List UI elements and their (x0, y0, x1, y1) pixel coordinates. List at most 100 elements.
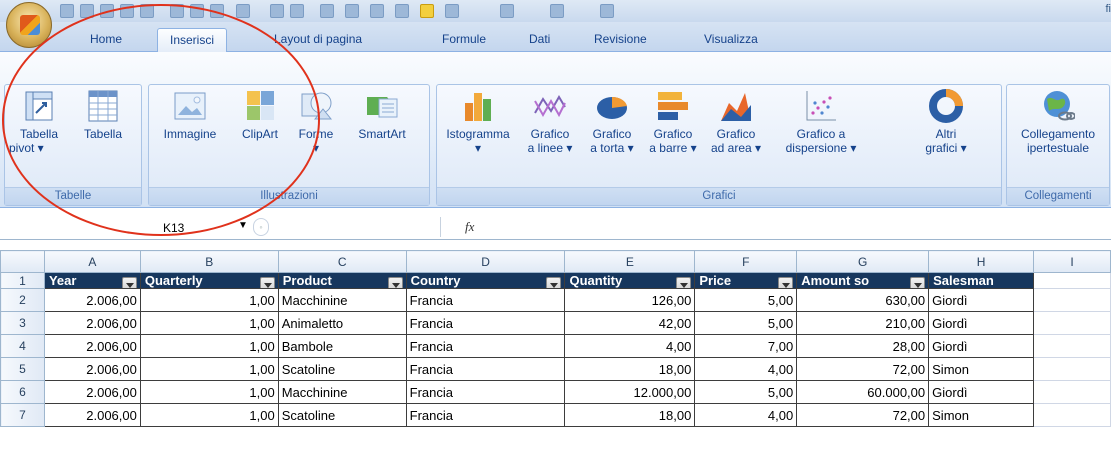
cell[interactable]: Francia (405, 311, 566, 335)
column-header[interactable]: H (928, 250, 1035, 273)
empty-cell[interactable] (1033, 403, 1111, 427)
column-header[interactable]: A (43, 250, 141, 273)
sort-icon[interactable] (170, 4, 184, 18)
play-icon[interactable] (190, 4, 204, 18)
cell[interactable]: Giordì (928, 334, 1035, 358)
cell[interactable]: Giordì (928, 288, 1035, 312)
cell[interactable]: Scatoline (277, 357, 407, 381)
empty-cell[interactable] (1033, 288, 1111, 312)
columns-icon[interactable] (290, 4, 304, 18)
empty-cell[interactable] (1033, 272, 1111, 289)
cell[interactable]: Francia (405, 334, 566, 358)
clipart-button[interactable]: ClipArt (233, 89, 287, 141)
cell[interactable]: 630,00 (796, 288, 930, 312)
chart-icon[interactable] (236, 4, 250, 18)
cell[interactable]: Giordì (928, 311, 1035, 335)
area-chart-button[interactable]: Grafico ad area ▾ (705, 89, 767, 155)
cell[interactable]: Simon (928, 357, 1035, 381)
undo-icon[interactable] (80, 4, 94, 18)
tab-layout-di-pagina[interactable]: Layout di pagina (262, 28, 374, 52)
row-header[interactable]: 7 (0, 403, 45, 427)
row-header[interactable]: 5 (0, 357, 45, 381)
redo-icon[interactable] (100, 4, 114, 18)
empty-cell[interactable] (1033, 380, 1111, 404)
shapes-button[interactable]: Forme ▾ (291, 89, 341, 155)
name-box-dropdown-icon[interactable]: ▼ (238, 220, 248, 231)
header-cell-price[interactable]: Price (694, 272, 798, 289)
empty-cell[interactable] (1033, 311, 1111, 335)
header-cell-amount[interactable]: Amount so (796, 272, 930, 289)
scatter-chart-button[interactable]: Grafico a dispersione ▾ (771, 89, 871, 155)
cell[interactable]: 4,00 (694, 357, 798, 381)
box-icon[interactable] (600, 4, 614, 18)
cell[interactable]: 126,00 (564, 288, 696, 312)
cell[interactable]: 2.006,00 (43, 380, 141, 404)
table-button[interactable]: Tabella (73, 89, 133, 141)
cell[interactable]: 1,00 (139, 403, 279, 427)
cell[interactable]: 60.000,00 (796, 380, 930, 404)
row-header[interactable]: 6 (0, 380, 45, 404)
tab-inserisci[interactable]: Inserisci (157, 28, 228, 53)
cell[interactable]: 1,00 (139, 334, 279, 358)
cell[interactable]: 28,00 (796, 334, 930, 358)
save-icon[interactable] (60, 4, 74, 18)
tab-formule[interactable]: Formule (430, 28, 498, 52)
cell[interactable]: 72,00 (796, 403, 930, 427)
cell[interactable]: 1,00 (139, 311, 279, 335)
list-icon[interactable] (370, 4, 384, 18)
cell[interactable]: 2.006,00 (43, 357, 141, 381)
filter-dropdown-icon[interactable] (259, 277, 275, 288)
column-header[interactable]: B (139, 250, 279, 273)
cell[interactable]: 5,00 (694, 288, 798, 312)
cell[interactable]: 2.006,00 (43, 334, 141, 358)
picture-button[interactable]: Immagine (155, 89, 225, 141)
filter-dropdown-icon[interactable] (778, 277, 794, 288)
smartart-button[interactable]: SmartArt (347, 89, 417, 141)
print-icon[interactable] (120, 4, 134, 18)
column-header[interactable]: G (796, 250, 930, 273)
cell[interactable]: 7,00 (694, 334, 798, 358)
hyperlink-button[interactable]: Collegamento ipertestuale (1009, 89, 1107, 155)
grid-icon[interactable] (270, 4, 284, 18)
cut-icon[interactable] (140, 4, 154, 18)
record-icon[interactable] (210, 4, 224, 18)
empty-cell[interactable] (1033, 334, 1111, 358)
cell[interactable]: 18,00 (564, 403, 696, 427)
select-all-corner[interactable] (0, 250, 45, 273)
cell[interactable]: 4,00 (564, 334, 696, 358)
tab-visualizza[interactable]: Visualizza (692, 28, 770, 52)
column-header[interactable]: F (694, 250, 798, 273)
filter-icon[interactable] (320, 4, 334, 18)
office-button[interactable] (6, 2, 52, 48)
cell[interactable]: 1,00 (139, 380, 279, 404)
line-chart-button[interactable]: Grafico a linee ▾ (519, 89, 581, 155)
insert-function-button[interactable]: fx (440, 217, 500, 237)
cell[interactable]: 4,00 (694, 403, 798, 427)
cell[interactable]: 1,00 (139, 288, 279, 312)
cell[interactable]: Simon (928, 403, 1035, 427)
cell[interactable]: Francia (405, 380, 566, 404)
pivot-table-button[interactable]: Tabella pivot ▾ (9, 89, 69, 155)
doc-icon[interactable] (395, 4, 409, 18)
cell[interactable]: Giordì (928, 380, 1035, 404)
cell[interactable]: Bambole (277, 334, 407, 358)
cell[interactable]: 12.000,00 (564, 380, 696, 404)
tab-revisione[interactable]: Revisione (582, 28, 659, 52)
pie-chart-button[interactable]: Grafico a torta ▾ (583, 89, 641, 155)
formula-bar-scroll-icon[interactable]: ◦ (253, 218, 269, 236)
other-charts-button[interactable]: Altri grafici ▾ (917, 89, 975, 155)
filter-dropdown-icon[interactable] (546, 277, 562, 288)
cell[interactable]: 42,00 (564, 311, 696, 335)
row-header[interactable]: 1 (0, 272, 45, 289)
cell[interactable]: Macchinine (277, 380, 407, 404)
zoom-icon[interactable] (345, 4, 359, 18)
name-box[interactable]: K13 (8, 217, 246, 237)
cell[interactable]: Macchinine (277, 288, 407, 312)
filter-dropdown-icon[interactable] (910, 277, 926, 288)
cell[interactable]: 2.006,00 (43, 403, 141, 427)
warning-icon[interactable] (420, 4, 434, 18)
column-header[interactable]: D (405, 250, 566, 273)
cell[interactable]: Scatoline (277, 403, 407, 427)
cell[interactable]: Francia (405, 357, 566, 381)
cell[interactable]: 2.006,00 (43, 311, 141, 335)
